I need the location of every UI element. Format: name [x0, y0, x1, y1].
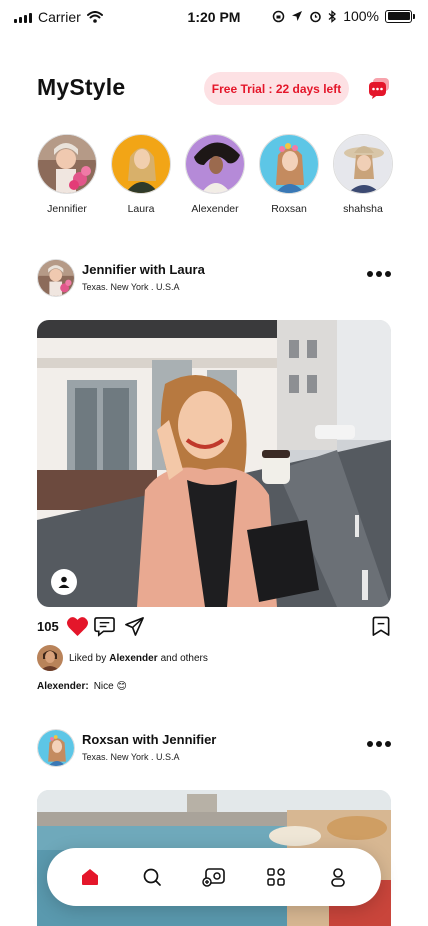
bluetooth-icon [328, 9, 337, 23]
heart-icon[interactable] [66, 616, 89, 637]
story-name: Alexender [191, 203, 239, 215]
comment-text: Nice 😊 [93, 681, 127, 692]
liked-by-row[interactable]: Liked by Alexender and others [37, 644, 208, 672]
nav-grid[interactable] [261, 862, 291, 892]
grid-icon [267, 868, 285, 886]
messages-icon[interactable] [367, 76, 391, 100]
location-arrow-icon [292, 11, 303, 21]
nav-profile[interactable] [323, 862, 353, 892]
story-name: Roxsan [271, 203, 307, 215]
story-shahsha[interactable]: shahsha [331, 134, 395, 218]
story-roxsan[interactable]: Roxsan [257, 134, 321, 218]
story-avatar [111, 134, 171, 194]
nav-home[interactable] [75, 862, 105, 892]
post-header: Jennifier with Laura Texas. New York . U… [37, 259, 391, 299]
post-header: Roxsan with Jennifier Texas. New York . … [37, 729, 391, 769]
post-title[interactable]: Jennifier with Laura [82, 262, 205, 277]
story-name: Jennifier [47, 203, 87, 215]
bookmark-icon[interactable] [371, 616, 391, 637]
post-location: Texas. New York . U.S.A [82, 282, 180, 292]
bottom-navigation [47, 848, 381, 906]
post-author-avatar[interactable] [37, 729, 75, 767]
status-bar: Carrier 1:20 PM 100% [0, 0, 428, 34]
post-actions: 105 [37, 616, 391, 640]
story-name: Laura [127, 203, 155, 215]
person-icon [58, 576, 70, 588]
story-alexender[interactable]: Alexender [183, 134, 247, 218]
story-laura[interactable]: Laura [109, 134, 173, 218]
stories-row: Jennifier Laura Alexender Roxsan shahsha [35, 134, 395, 218]
nav-search[interactable] [137, 862, 167, 892]
share-icon[interactable] [124, 616, 145, 637]
like-count: 105 [37, 619, 59, 634]
story-avatar [333, 134, 393, 194]
liked-by-suffix: and others [160, 652, 208, 664]
post-image[interactable] [37, 320, 391, 607]
liked-by-name[interactable]: Alexender [109, 653, 157, 664]
more-options-icon[interactable] [367, 741, 391, 747]
liker-avatar [37, 645, 63, 671]
story-avatar [259, 134, 319, 194]
post-title[interactable]: Roxsan with Jennifier [82, 732, 216, 747]
post-author-avatar[interactable] [37, 259, 75, 297]
story-jennifier[interactable]: Jennifier [35, 134, 99, 218]
comment-icon[interactable] [94, 616, 115, 637]
battery-icon [385, 9, 415, 23]
more-options-icon[interactable] [367, 271, 391, 277]
home-icon [82, 869, 98, 885]
post-photo [37, 320, 391, 607]
battery-percent: 100% [343, 8, 379, 24]
liked-by-prefix: Liked by [69, 652, 107, 664]
search-icon [143, 868, 161, 886]
post-location: Texas. New York . U.S.A [82, 752, 180, 762]
status-icons: 100% [272, 8, 415, 24]
app-title: MyStyle [37, 74, 126, 100]
app-header: MyStyle Free Trial : 22 days left [37, 70, 391, 108]
story-name: shahsha [343, 203, 383, 215]
tagged-people-badge[interactable] [51, 569, 77, 595]
comment-row: Alexender: Nice 😊 [37, 681, 127, 692]
story-avatar [37, 134, 97, 194]
free-trial-button[interactable]: Free Trial : 22 days left [204, 72, 349, 105]
comment-author[interactable]: Alexender: [37, 681, 89, 692]
nav-add-media[interactable] [199, 862, 229, 892]
profile-icon [331, 868, 345, 887]
rotation-lock-icon [272, 10, 285, 22]
alarm-icon [310, 11, 321, 22]
add-media-icon [202, 868, 225, 887]
story-avatar [185, 134, 245, 194]
